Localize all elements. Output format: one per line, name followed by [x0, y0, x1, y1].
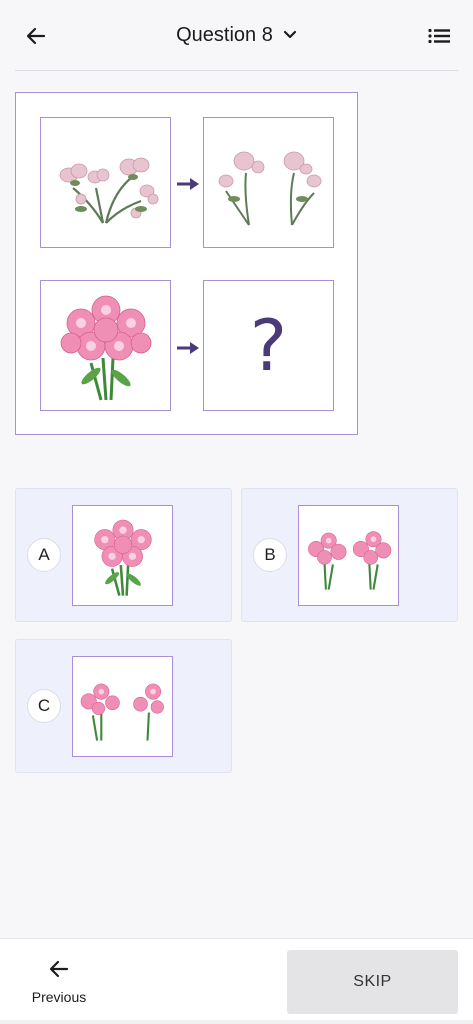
puzzle-cell-answer: ? — [203, 280, 334, 411]
list-icon — [428, 28, 450, 44]
two-blossom-branches-image — [218, 151, 321, 226]
page-title: Question 8 — [176, 23, 273, 46]
header-divider — [15, 70, 458, 71]
puzzle-cell-3 — [40, 280, 171, 411]
bottom-bar: Previous SKIP — [0, 938, 473, 1024]
question-selector[interactable]: Question 8 — [176, 24, 297, 47]
option-letter: A — [27, 538, 61, 572]
question-mark: ? — [249, 304, 288, 387]
option-c-image — [72, 656, 173, 757]
chevron-down-icon — [283, 30, 296, 39]
puzzle-cell-2 — [203, 117, 334, 248]
analogy-puzzle: ? — [15, 92, 358, 435]
question-list-button[interactable] — [425, 22, 453, 50]
option-letter: B — [253, 538, 287, 572]
previous-label: Previous — [31, 989, 87, 1005]
arrow-left-icon — [26, 27, 46, 45]
lily-bouquet-image — [93, 519, 152, 596]
blossom-branch-image — [59, 157, 158, 224]
option-a-image — [72, 505, 173, 606]
back-button[interactable] — [22, 22, 50, 50]
option-c[interactable]: C — [15, 639, 232, 773]
two-lily-bouquets-image — [307, 530, 391, 590]
arrow-right-icon — [177, 178, 199, 190]
skip-button[interactable]: SKIP — [287, 950, 458, 1014]
home-indicator — [0, 1020, 473, 1024]
previous-button[interactable]: Previous — [16, 955, 102, 1015]
two-lily-sprigs-image — [80, 683, 164, 741]
arrow-right-icon — [177, 342, 199, 354]
arrow-left-icon — [49, 960, 69, 978]
lily-bouquet-image — [60, 295, 151, 401]
option-b-image — [298, 505, 399, 606]
option-letter: C — [27, 689, 61, 723]
top-bar: Question 8 — [0, 0, 473, 70]
option-b[interactable]: B — [241, 488, 458, 622]
option-a[interactable]: A — [15, 488, 232, 622]
puzzle-cell-1 — [40, 117, 171, 248]
